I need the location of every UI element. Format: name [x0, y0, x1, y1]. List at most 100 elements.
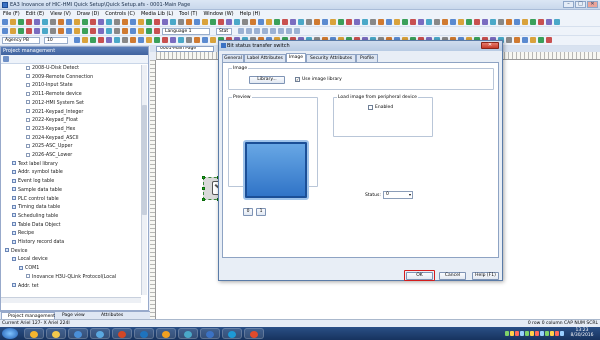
toolbar-tool-icon[interactable] [330, 19, 336, 25]
toolbar-tool-icon[interactable] [170, 37, 176, 43]
toolbar-tool-icon[interactable] [138, 19, 144, 25]
toolbar-tool-icon[interactable] [474, 19, 480, 25]
toolbar-tool-icon[interactable] [2, 28, 8, 34]
taskbar-app-button[interactable] [222, 328, 242, 339]
toolbar-tool-icon[interactable] [514, 37, 520, 43]
toolbar-tool-icon[interactable] [122, 19, 128, 25]
resize-handle[interactable] [202, 176, 205, 179]
toolbar-tool-icon[interactable] [530, 19, 536, 25]
toolbar-tool-icon[interactable] [370, 19, 376, 25]
tray-icon[interactable] [510, 331, 514, 336]
toolbar-tool-icon[interactable] [154, 28, 160, 34]
tree-item[interactable]: 2011-Remote device [26, 91, 82, 98]
toolbar-tool-icon[interactable] [286, 28, 292, 34]
toolbar-tool-icon[interactable] [114, 28, 120, 34]
toolbar-tool-icon[interactable] [186, 37, 192, 43]
toolbar-tool-icon[interactable] [2, 19, 8, 25]
toolbar-tool-icon[interactable] [130, 37, 136, 43]
toolbar-tool-icon[interactable] [378, 19, 384, 25]
toolbar-tool-icon[interactable] [418, 19, 424, 25]
toolbar-tool-icon[interactable] [106, 28, 112, 34]
toolbar-tool-icon[interactable] [546, 37, 552, 43]
toolbar-tool-icon[interactable] [426, 19, 432, 25]
tree-item[interactable]: History record data [12, 239, 64, 246]
tree-item[interactable]: 2008-U-Disk Detect [26, 65, 79, 72]
toolbar-tool-icon[interactable] [466, 19, 472, 25]
toolbar-tool-icon[interactable] [322, 19, 328, 25]
tree-vertical-scrollbar[interactable] [141, 65, 147, 295]
scrollbar-thumb[interactable] [142, 105, 147, 215]
tray-icon[interactable] [530, 331, 534, 336]
toolbar-tool-icon[interactable] [186, 19, 192, 25]
toolbar-tool-icon[interactable] [226, 19, 232, 25]
toolbar-tool-icon[interactable] [178, 19, 184, 25]
tree-item[interactable]: COM1 [19, 265, 39, 272]
taskbar-app-button[interactable] [156, 328, 176, 339]
resize-handle[interactable] [202, 198, 205, 201]
toolbar-tool-icon[interactable] [554, 19, 560, 25]
toolbar-tool-icon[interactable] [266, 19, 272, 25]
close-button[interactable]: ✕ [587, 1, 598, 8]
minimize-button[interactable]: – [563, 1, 574, 8]
toolbar-tool-icon[interactable] [154, 37, 160, 43]
tray-icon[interactable] [545, 331, 549, 336]
toolbar-tool-icon[interactable] [258, 19, 264, 25]
menu-item-2[interactable]: View (V) [47, 10, 74, 18]
toolbar-tool-icon[interactable] [522, 37, 528, 43]
menu-item-1[interactable]: Edit (E) [23, 10, 47, 18]
taskbar-app-button[interactable] [24, 328, 44, 339]
tray-icon[interactable] [535, 331, 539, 336]
use-image-library-checkbox[interactable]: ✓ [295, 77, 300, 82]
toolbar-tool-icon[interactable] [354, 19, 360, 25]
menu-item-3[interactable]: Draw (D) [74, 10, 102, 18]
tree-item[interactable]: Text label library [12, 161, 58, 168]
toolbar-tool-icon[interactable] [50, 28, 56, 34]
toolbar-tool-icon[interactable] [106, 19, 112, 25]
toolbar-tool-icon[interactable] [290, 19, 296, 25]
tree-item[interactable]: Addr. symbol table [12, 169, 63, 176]
toolbar-tool-icon[interactable] [18, 28, 24, 34]
toolbar-tool-icon[interactable] [274, 19, 280, 25]
toolbar-tool-icon[interactable] [122, 28, 128, 34]
tree-item[interactable]: 2021-Keypad_Integer [26, 109, 83, 116]
tree-item[interactable]: Inovance H3U-QLink Protocol(Local [26, 274, 116, 281]
tree-item[interactable]: Sample data table [12, 187, 62, 194]
toolbar-tool-icon[interactable] [538, 19, 544, 25]
toolbar-tool-icon[interactable] [298, 19, 304, 25]
toolbar-tool-icon[interactable] [106, 37, 112, 43]
toolbar-tool-icon[interactable] [26, 19, 32, 25]
tree-item[interactable]: Device [5, 248, 27, 255]
toolbar-tool-icon[interactable] [10, 19, 16, 25]
toolbar-tool-icon[interactable] [82, 28, 88, 34]
start-button[interactable] [2, 328, 18, 339]
toolbar-tool-icon[interactable] [498, 19, 504, 25]
toolbar-tool-icon[interactable] [546, 19, 552, 25]
toolbar-tool-icon[interactable] [490, 19, 496, 25]
taskbar-app-button[interactable] [178, 328, 198, 339]
toolbar-tool-icon[interactable] [90, 19, 96, 25]
toolbar-tool-icon[interactable] [74, 37, 80, 43]
toolbar-tool-icon[interactable] [218, 19, 224, 25]
tree-item[interactable]: 2022-Keypad_Float [26, 117, 78, 124]
tree-item[interactable]: 2026-ASC_Lower [26, 152, 72, 159]
toolbar-tool-icon[interactable] [482, 19, 488, 25]
toolbar-tool-icon[interactable] [194, 37, 200, 43]
enabled-checkbox[interactable] [368, 105, 373, 110]
agency-select[interactable]: Agency PB [2, 37, 40, 44]
toolbar-tool-icon[interactable] [74, 19, 80, 25]
tab-image[interactable]: Image [286, 53, 306, 62]
taskbar-app-button[interactable] [90, 328, 110, 339]
toolbar-tool-icon[interactable] [58, 19, 64, 25]
toolbar-tool-icon[interactable] [234, 19, 240, 25]
toolbar-tool-icon[interactable] [114, 37, 120, 43]
toolbar-tool-icon[interactable] [82, 19, 88, 25]
help-button[interactable]: Help (F1) [472, 272, 499, 280]
toolbar-tool-icon[interactable] [394, 19, 400, 25]
toolbar-tool-icon[interactable] [98, 28, 104, 34]
toolbar-tool-icon[interactable] [294, 28, 300, 34]
toolbar-tool-icon[interactable] [146, 37, 152, 43]
tree-item[interactable]: 2025-ASC_Upper [26, 143, 72, 150]
toolbar-tool-icon[interactable] [530, 37, 536, 43]
toolbar-tool-icon[interactable] [90, 37, 96, 43]
tree-item[interactable]: Event log table [12, 178, 54, 185]
